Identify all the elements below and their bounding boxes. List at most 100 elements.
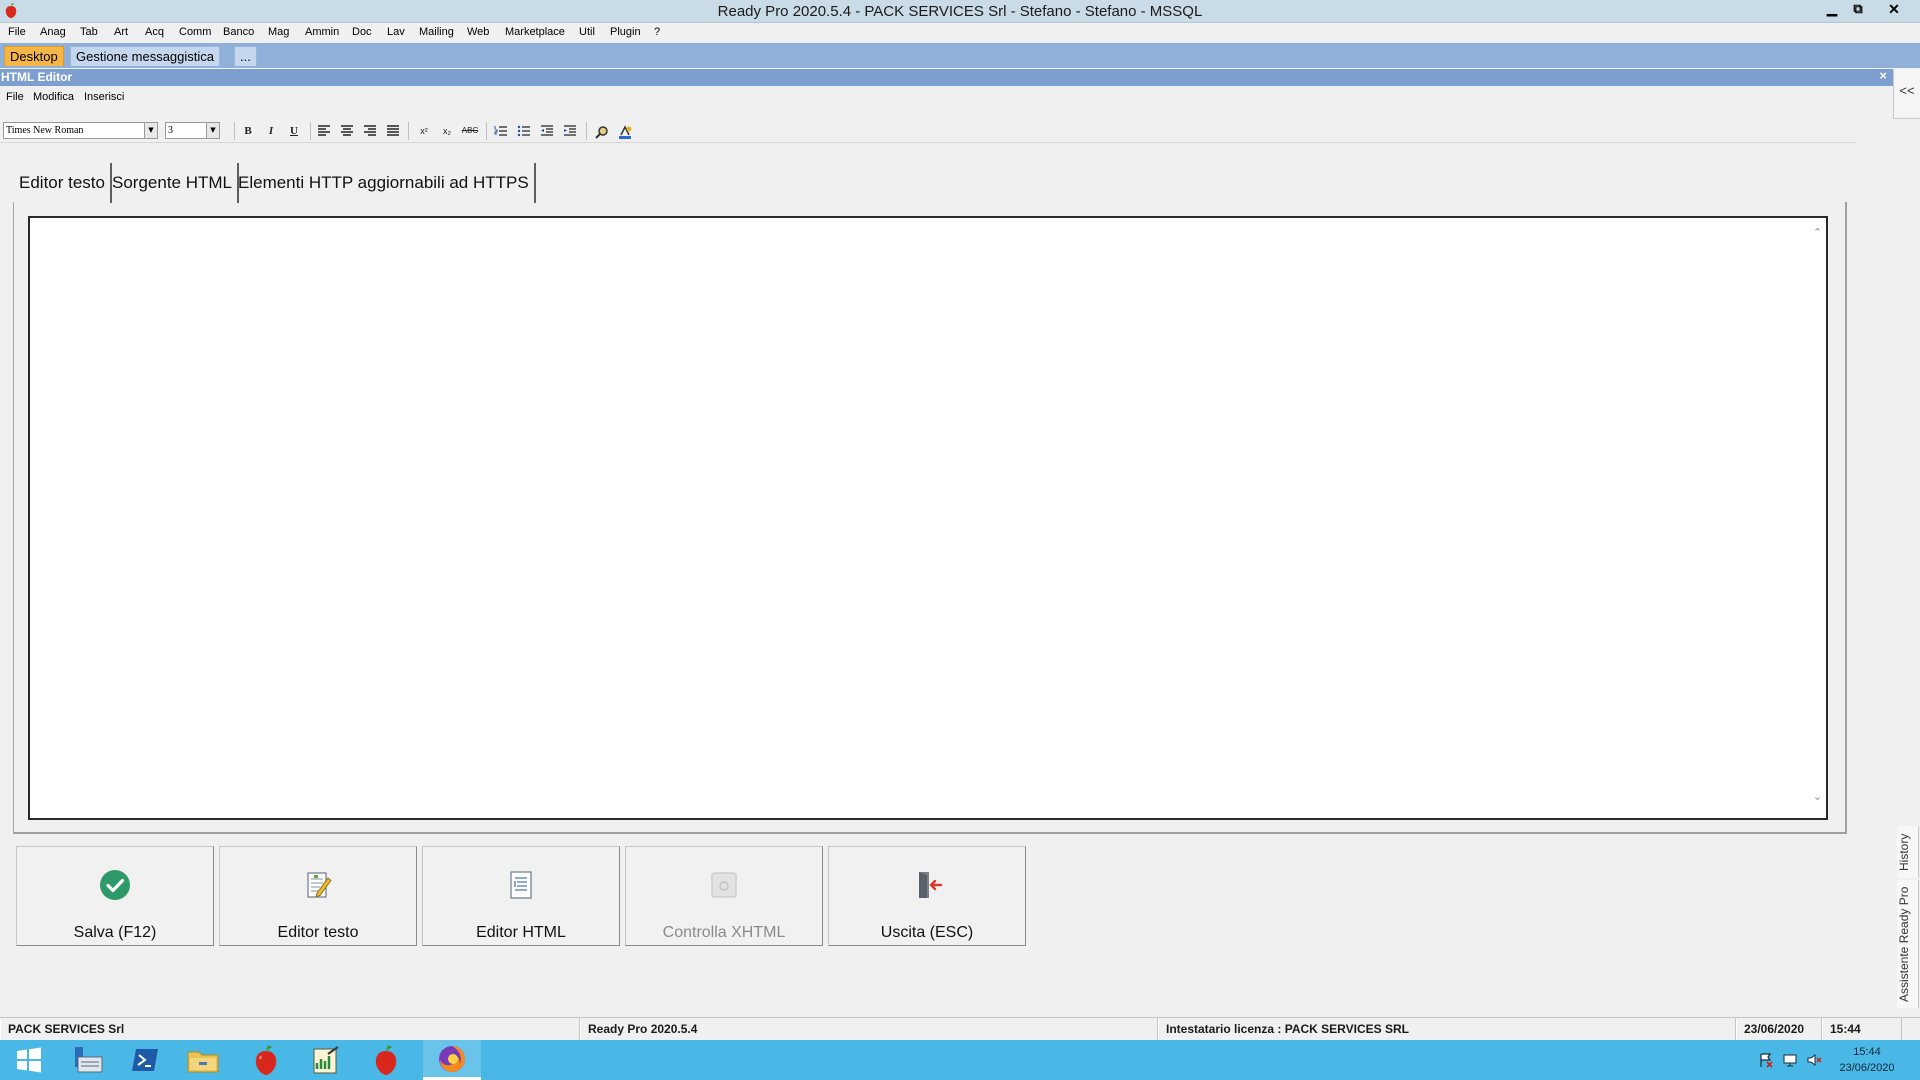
text-color-icon[interactable] (615, 123, 635, 139)
toolbar-separator (310, 122, 311, 140)
main-menu-bar: File Anag Tab Art Acq Comm Banco Mag Amm… (0, 23, 1920, 43)
history-side-tab[interactable]: History (1897, 826, 1919, 878)
controlla-xhtml-button[interactable]: Controlla XHTML (625, 846, 823, 946)
menu-mailing[interactable]: Mailing (419, 26, 454, 38)
menu-mag[interactable]: Mag (268, 26, 289, 38)
start-button[interactable] (0, 1040, 58, 1080)
font-name-select[interactable]: Times New Roman ▼ (3, 122, 158, 139)
menu-acq[interactable]: Acq (145, 26, 164, 38)
editor-menu-file[interactable]: File (6, 91, 24, 103)
underline-icon[interactable]: U (284, 123, 304, 139)
server-manager-icon (75, 1047, 103, 1073)
xhtml-check-icon (711, 872, 737, 898)
firefox-button[interactable] (423, 1040, 481, 1080)
find-icon[interactable] (592, 123, 612, 139)
tab-sorgente-html[interactable]: Sorgente HTML (107, 163, 239, 203)
menu-art[interactable]: Art (114, 26, 128, 38)
status-date: 23/06/2020 (1736, 1018, 1822, 1040)
justify-icon[interactable] (383, 123, 403, 139)
powershell-button[interactable] (116, 1040, 174, 1080)
chevron-down-icon[interactable]: ▼ (206, 123, 219, 138)
assistente-side-tab[interactable]: Assistente Ready Pro (1897, 880, 1919, 1008)
network-tray-icon[interactable] (1782, 1052, 1798, 1068)
align-center-icon[interactable] (337, 123, 357, 139)
subscript-icon[interactable]: x₂ (437, 123, 457, 139)
system-clock[interactable]: 15:44 23/06/2020 (1832, 1044, 1902, 1076)
menu-anag[interactable]: Anag (40, 26, 66, 38)
editor-html-button-label: Editor HTML (476, 924, 566, 941)
superscript-icon[interactable]: x² (414, 123, 434, 139)
status-bar: PACK SERVICES Srl Ready Pro 2020.5.4 Int… (0, 1017, 1920, 1040)
editor-close-icon[interactable]: × (1879, 68, 1887, 83)
server-manager-button[interactable] (58, 1040, 116, 1080)
align-left-icon[interactable] (314, 123, 334, 139)
exit-door-icon (919, 872, 943, 898)
status-company: PACK SERVICES Srl (0, 1018, 580, 1040)
strikethrough-icon[interactable]: ABC (460, 123, 480, 139)
toolbar-separator (486, 122, 487, 140)
vertical-scrollbar[interactable]: ⌃ ⌄ (1809, 218, 1826, 818)
tab-editor-testo[interactable]: Editor testo (14, 163, 112, 203)
firefox-icon (439, 1045, 465, 1072)
chevron-down-icon[interactable]: ▼ (144, 123, 157, 138)
indent-icon[interactable] (560, 123, 580, 139)
editor-menu-inserisci[interactable]: Inserisci (84, 91, 124, 103)
title-bar: Ready Pro 2020.5.4 - PACK SERVICES Srl -… (0, 0, 1920, 23)
ready-pro-button[interactable] (237, 1040, 295, 1080)
uscita-button[interactable]: Uscita (ESC) (828, 846, 1026, 946)
font-size-select[interactable]: 3 ▼ (165, 122, 220, 139)
italic-icon[interactable]: I (261, 123, 281, 139)
menu-web[interactable]: Web (467, 26, 489, 38)
numbered-list-icon[interactable] (491, 123, 511, 139)
ready-pro-running-icon (375, 1045, 397, 1075)
restore-button[interactable]: ⧉ (1844, 0, 1872, 19)
editor-testo-button[interactable]: Editor testo (219, 846, 417, 946)
salva-button[interactable]: Salva (F12) (16, 846, 214, 946)
close-button[interactable]: ✕ (1880, 0, 1908, 19)
clock-date: 23/06/2020 (1839, 1062, 1895, 1074)
window-title: Ready Pro 2020.5.4 - PACK SERVICES Srl -… (717, 3, 1203, 20)
flag-tray-icon[interactable] (1758, 1052, 1774, 1068)
menu-file[interactable]: File (8, 26, 26, 38)
editor-menu-modifica[interactable]: Modifica (33, 91, 74, 103)
bullet-list-icon[interactable] (514, 123, 534, 139)
status-time: 15:44 (1822, 1018, 1902, 1040)
menu-marketplace[interactable]: Marketplace (505, 26, 565, 38)
rich-text-edit-area[interactable]: ⌃ ⌄ (28, 216, 1828, 820)
menu-ammin[interactable]: Ammin (305, 26, 339, 38)
volume-tray-icon[interactable] (1806, 1052, 1822, 1068)
tab-more[interactable]: ... (234, 46, 257, 66)
menu-banco[interactable]: Banco (223, 26, 254, 38)
chart-app-icon (313, 1046, 339, 1074)
menu-doc[interactable]: Doc (352, 26, 372, 38)
menu-help[interactable]: ? (654, 26, 660, 38)
ready-pro-running-button[interactable] (357, 1040, 415, 1080)
menu-lav[interactable]: Lav (387, 26, 405, 38)
menu-tab[interactable]: Tab (80, 26, 98, 38)
edit-document-icon (307, 872, 332, 898)
outdent-icon[interactable] (537, 123, 557, 139)
ready-pro-icon (255, 1045, 277, 1075)
uscita-button-label: Uscita (ESC) (880, 924, 974, 941)
menu-util[interactable]: Util (579, 26, 595, 38)
file-explorer-button[interactable] (174, 1040, 232, 1080)
tab-desktop[interactable]: Desktop (4, 46, 64, 66)
menu-comm[interactable]: Comm (179, 26, 211, 38)
scroll-down-icon[interactable]: ⌄ (1809, 790, 1826, 808)
controlla-xhtml-button-label: Controlla XHTML (662, 924, 786, 941)
scroll-up-icon[interactable]: ⌃ (1809, 226, 1826, 244)
chart-app-button[interactable] (297, 1040, 355, 1080)
align-right-icon[interactable] (360, 123, 380, 139)
format-toolbar: Times New Roman ▼ 3 ▼ B I U x² x₂ ABC (0, 119, 1857, 143)
powershell-icon (132, 1049, 158, 1071)
toolbar-separator (234, 122, 235, 140)
tab-elementi-http[interactable]: Elementi HTTP aggiornabili ad HTTPS (233, 163, 536, 203)
bold-icon[interactable]: B (238, 123, 258, 139)
editor-menu-bar: File Modifica Inserisci (0, 87, 1893, 106)
menu-plugin[interactable]: Plugin (610, 26, 641, 38)
side-panel-collapse-button[interactable]: << (1893, 69, 1920, 119)
editor-html-button[interactable]: Editor HTML (422, 846, 620, 946)
tab-gestione-messaggistica[interactable]: Gestione messaggistica (70, 46, 221, 66)
font-name-value: Times New Roman (6, 125, 84, 136)
minimize-button[interactable]: ▁ (1818, 0, 1846, 19)
